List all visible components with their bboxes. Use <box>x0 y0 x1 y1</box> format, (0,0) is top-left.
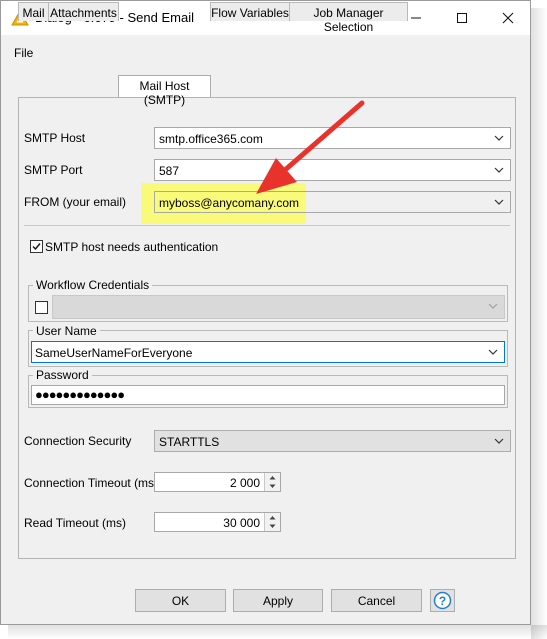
workflow-credentials-combo <box>52 295 505 319</box>
auth-label: SMTP host needs authentication <box>45 240 219 254</box>
chevron-down-icon <box>494 167 504 173</box>
smtp-host-combo[interactable]: smtp.office365.com <box>154 127 511 149</box>
tab-flow-variables[interactable]: Flow Variables <box>210 2 290 21</box>
smtp-host-label: SMTP Host <box>24 131 86 145</box>
smtp-port-combo[interactable]: 587 <box>154 159 511 181</box>
menu-file[interactable]: File <box>14 46 33 60</box>
connection-timeout-spinner[interactable]: 2 000 <box>154 472 281 492</box>
tab-job-manager-selection[interactable]: Job Manager Selection <box>289 2 408 34</box>
from-label: FROM (your email) <box>24 195 127 209</box>
connection-security-label: Connection Security <box>24 434 132 448</box>
chevron-down-icon <box>494 438 504 444</box>
minimize-icon <box>411 17 421 19</box>
read-timeout-label: Read Timeout (ms) <box>24 516 127 530</box>
smtp-host-value: smtp.office365.com <box>159 132 263 146</box>
help-glyph: ? <box>439 594 446 608</box>
chevron-down-icon <box>494 135 504 141</box>
user-name-legend: User Name <box>33 324 100 338</box>
maximize-button[interactable] <box>439 1 485 35</box>
checkmark-icon <box>32 243 41 251</box>
tab-attachments[interactable]: Attachments <box>48 2 119 21</box>
tab-mail[interactable]: Mail <box>18 2 49 21</box>
connection-security-combo[interactable]: STARTTLS <box>154 430 511 452</box>
cancel-button[interactable]: Cancel <box>331 589 422 612</box>
window-shadow-right <box>531 8 547 639</box>
chevron-down-icon <box>488 303 498 309</box>
connection-timeout-value: 2 000 <box>229 476 260 490</box>
smtp-port-value: 587 <box>159 164 180 178</box>
apply-button[interactable]: Apply <box>233 589 323 612</box>
password-legend: Password <box>33 368 92 382</box>
help-button[interactable]: ? <box>430 589 455 612</box>
connection-security-value: STARTTLS <box>159 435 220 449</box>
help-icon: ? <box>433 591 452 610</box>
close-icon <box>502 12 514 24</box>
smtp-port-label: SMTP Port <box>24 163 83 177</box>
spinner-buttons[interactable] <box>264 513 280 531</box>
spinner-down-icon[interactable] <box>265 482 280 491</box>
spinner-buttons[interactable] <box>264 473 280 491</box>
window-shadow-bottom <box>8 625 547 639</box>
maximize-icon <box>457 13 467 23</box>
ok-button[interactable]: OK <box>135 589 226 612</box>
user-name-combo[interactable]: SameUserNameForEveryone <box>31 341 505 363</box>
workflow-credentials-checkbox[interactable] <box>35 301 48 314</box>
from-value: myboss@anycomany.com <box>159 196 300 210</box>
spinner-up-icon[interactable] <box>265 473 280 482</box>
separator <box>24 225 510 226</box>
connection-timeout-label: Connection Timeout (ms) <box>24 476 159 490</box>
user-name-value: SameUserNameForEveryone <box>35 346 193 360</box>
workflow-credentials-legend: Workflow Credentials <box>33 278 153 292</box>
menu-bar: File <box>1 35 530 60</box>
password-value: ●●●●●●●●●●●●● <box>35 387 125 402</box>
password-field[interactable]: ●●●●●●●●●●●●● <box>31 385 505 405</box>
read-timeout-spinner[interactable]: 30 000 <box>154 512 281 532</box>
from-combo[interactable]: myboss@anycomany.com <box>154 191 511 213</box>
chevron-down-icon <box>488 349 498 355</box>
close-button[interactable] <box>485 1 531 35</box>
auth-checkbox[interactable] <box>30 240 43 253</box>
tab-mail-host-smtp[interactable]: Mail Host (SMTP) <box>118 75 211 107</box>
read-timeout-value: 30 000 <box>223 516 260 530</box>
chevron-down-icon <box>494 199 504 205</box>
spinner-down-icon[interactable] <box>265 522 280 531</box>
spinner-up-icon[interactable] <box>265 513 280 522</box>
